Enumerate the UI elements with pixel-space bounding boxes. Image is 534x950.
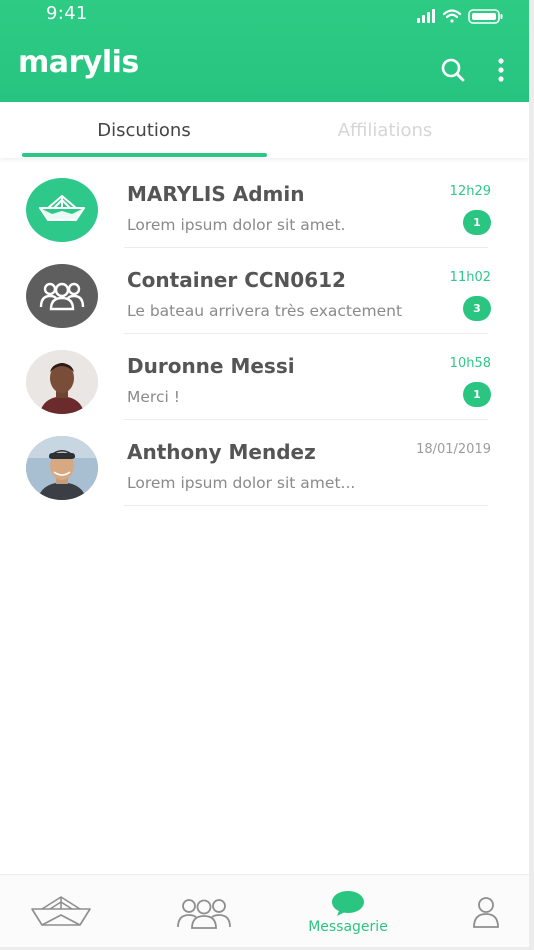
avatar [26, 436, 98, 500]
conversation-preview: Merci ! [127, 388, 180, 406]
conversation-item[interactable]: MARYLIS Admin Lorem ipsum dolor sit amet… [0, 162, 529, 248]
conversation-item[interactable]: Duronne Messi Merci ! 10h58 1 [0, 334, 529, 420]
conversation-preview: Lorem ipsum dolor sit amet... [127, 474, 356, 492]
conversation-name: Duronne Messi [127, 354, 295, 378]
conversation-time: 18/01/2019 [416, 442, 491, 457]
avatar [26, 264, 98, 328]
boat-logo-icon [39, 195, 85, 221]
conversation-preview: Lorem ipsum dolor sit amet. [127, 216, 346, 234]
status-icons [417, 7, 505, 25]
search-icon [441, 58, 465, 82]
boat-icon [31, 895, 91, 926]
unread-badge: 3 [463, 296, 491, 321]
user-photo [26, 436, 98, 500]
bottom-navigation: Messagerie [0, 874, 529, 947]
conversation-name: MARYLIS Admin [127, 182, 305, 206]
battery-icon [468, 9, 503, 24]
avatar [26, 178, 98, 242]
nav-home[interactable] [22, 875, 100, 947]
conversation-time: 12h29 [449, 184, 491, 199]
conversation-item[interactable]: Container CCN0612 Le bateau arrivera trè… [0, 248, 529, 334]
app-header: 9:41 marylis [0, 0, 529, 102]
active-tab-indicator [22, 153, 267, 157]
user-photo [26, 350, 98, 414]
tab-affiliations[interactable]: Affiliations [253, 102, 517, 158]
more-vertical-icon [498, 58, 504, 82]
divider [124, 505, 488, 506]
tab-bar: Discutions Affiliations [0, 102, 529, 158]
conversation-preview: Le bateau arrivera très exactement [127, 302, 403, 320]
signal-icon [417, 9, 435, 23]
conversation-item[interactable]: Anthony Mendez Lorem ipsum dolor sit ame… [0, 420, 529, 506]
unread-badge: 1 [463, 210, 491, 235]
tab-discussions[interactable]: Discutions [12, 102, 276, 158]
group-icon [39, 282, 85, 311]
conversation-name: Container CCN0612 [127, 268, 346, 292]
conversation-time: 11h02 [449, 270, 491, 285]
chat-bubble-icon [332, 890, 364, 916]
nav-groups[interactable] [164, 875, 244, 947]
conversation-name: Anthony Mendez [127, 440, 316, 464]
status-time: 9:41 [46, 3, 88, 24]
unread-badge: 1 [463, 382, 491, 407]
nav-messages[interactable]: Messagerie [298, 875, 398, 947]
more-options-button[interactable] [486, 55, 516, 85]
search-button[interactable] [438, 55, 468, 85]
app-screen: 9:41 marylis Discutions Affiliations MAR… [0, 0, 529, 947]
nav-profile[interactable] [460, 875, 512, 947]
brand-logo: marylis [18, 45, 139, 80]
groups-icon [177, 898, 231, 929]
profile-icon [473, 896, 499, 928]
wifi-icon [442, 9, 462, 23]
nav-messages-label: Messagerie [308, 918, 388, 935]
avatar [26, 350, 98, 414]
conversation-time: 10h58 [449, 356, 491, 371]
